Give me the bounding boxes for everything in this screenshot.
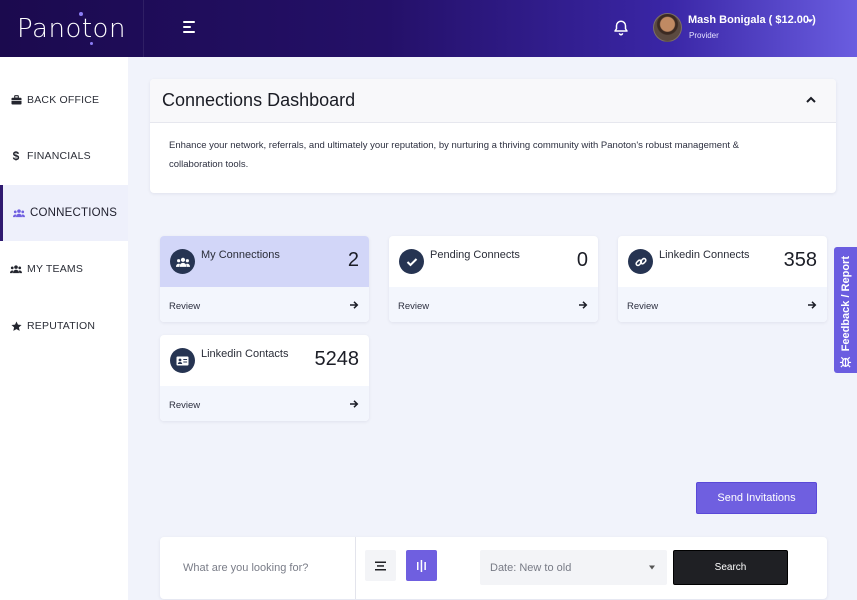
card-review-link[interactable]: Review [160, 287, 369, 322]
briefcase-icon [10, 94, 22, 106]
sort-select[interactable]: Date: New to old [480, 550, 667, 585]
feedback-label: Feedback / Report [839, 256, 852, 352]
grid-view-button[interactable] [406, 550, 437, 581]
arrow-right-icon [579, 301, 588, 309]
card-title: Pending Connects [430, 249, 520, 261]
column-view-icon [417, 559, 426, 572]
dollar-icon: $ [12, 149, 20, 163]
card-title: Linkedin Connects [659, 249, 750, 261]
card-title: My Connections [201, 249, 280, 261]
card-title: Linkedin Contacts [201, 348, 289, 360]
card-header: Linkedin Contacts 5248 [160, 335, 369, 386]
link-icon [628, 249, 653, 274]
card-header: My Connections 2 [160, 236, 369, 287]
card-value: 358 [783, 249, 817, 271]
send-invitations-button[interactable]: Send Invitations [696, 482, 817, 514]
sidebar-item-label: MY TEAMS [27, 263, 84, 275]
card-header: Pending Connects 0 [389, 236, 598, 287]
card-value: 0 [576, 249, 588, 271]
sidebar: BACK OFFICE $ FINANCIALS CONNECTIONS MY … [0, 57, 128, 600]
bell-icon[interactable] [612, 18, 630, 38]
card-my-connections[interactable]: My Connections 2 Review [160, 236, 369, 322]
card-linkedin-connects[interactable]: Linkedin Connects 358 Review [618, 236, 827, 322]
logo-dot [79, 12, 83, 16]
card-linkedin-contacts[interactable]: Linkedin Contacts 5248 Review [160, 335, 369, 421]
arrow-right-icon [350, 301, 359, 309]
card-review-label: Review [627, 301, 659, 312]
feedback-tab[interactable]: Feedback / Report [834, 247, 857, 373]
sidebar-item-my-teams[interactable]: MY TEAMS [0, 241, 128, 297]
sidebar-item-connections[interactable]: CONNECTIONS [0, 185, 128, 241]
logo-dot [90, 42, 93, 45]
chevron-up-icon[interactable] [804, 93, 818, 107]
sidebar-item-back-office[interactable]: BACK OFFICE [0, 72, 128, 128]
card-review-link[interactable]: Review [160, 386, 369, 421]
sidebar-item-label: REPUTATION [27, 320, 96, 332]
dashboard-panel: Connections Dashboard Enhance your netwo… [150, 79, 836, 193]
arrow-right-icon [808, 301, 817, 309]
user-name[interactable]: Mash Bonigala ( $12.00 ) [688, 14, 816, 26]
top-bar: Panoton [0, 0, 857, 57]
panel-description: Enhance your network, referrals, and ult… [169, 140, 739, 170]
search-button[interactable]: Search [673, 550, 788, 585]
card-review-label: Review [169, 301, 201, 312]
check-icon [399, 249, 424, 274]
bug-icon [839, 357, 852, 368]
card-value: 5248 [314, 348, 360, 370]
arrow-right-icon [350, 400, 359, 408]
menu-toggle-icon[interactable] [183, 21, 197, 35]
card-review-link[interactable]: Review [618, 287, 827, 322]
panel-header: Connections Dashboard [150, 79, 836, 123]
search-bar: Date: New to old Search [160, 537, 827, 599]
users-icon [170, 249, 195, 274]
card-value: 2 [347, 249, 359, 271]
card-pending-connects[interactable]: Pending Connects 0 Review [389, 236, 598, 322]
search-input[interactable] [160, 537, 356, 599]
card-header: Linkedin Connects 358 [618, 236, 827, 287]
card-review-link[interactable]: Review [389, 287, 598, 322]
chevron-down-icon[interactable] [806, 17, 814, 25]
sort-select-value: Date: New to old [490, 561, 572, 574]
sidebar-item-reputation[interactable]: REPUTATION [0, 298, 128, 354]
contact-card-icon [170, 348, 195, 373]
page-title: Connections Dashboard [162, 90, 356, 110]
sidebar-item-label: CONNECTIONS [30, 207, 118, 219]
chevron-down-icon [649, 565, 655, 570]
star-icon [10, 320, 22, 332]
sidebar-item-label: BACK OFFICE [27, 94, 100, 106]
sidebar-item-label: FINANCIALS [27, 150, 91, 162]
users-icon [13, 207, 25, 219]
logo-text: Panoton [17, 13, 126, 44]
user-role: Provider [689, 31, 719, 40]
list-view-icon [375, 561, 386, 570]
team-icon [10, 263, 22, 275]
card-review-label: Review [169, 400, 201, 411]
card-review-label: Review [398, 301, 430, 312]
avatar[interactable] [653, 13, 682, 42]
logo[interactable]: Panoton [0, 0, 144, 57]
list-view-button[interactable] [365, 550, 396, 581]
sidebar-item-financials[interactable]: $ FINANCIALS [0, 128, 128, 184]
